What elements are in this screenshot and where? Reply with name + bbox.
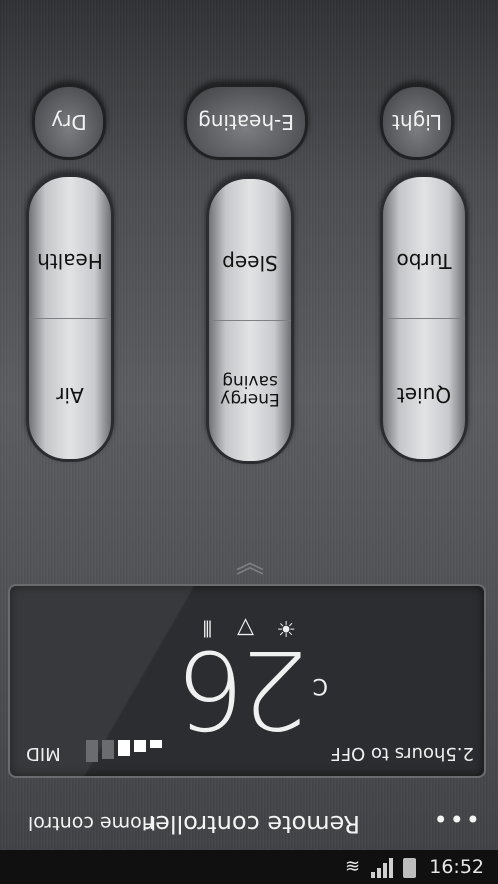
- expand-chevron-icon[interactable]: ︾: [228, 538, 272, 577]
- turbo-label: Turbo: [396, 249, 452, 273]
- signal-icon: [371, 858, 393, 878]
- mode-icons: ☀ ▽ ⫴: [186, 610, 296, 640]
- fan-speed-bars: [82, 740, 162, 762]
- air-label: Air: [56, 383, 84, 407]
- swing-icon: ⫴: [202, 615, 212, 640]
- sleep-label: Sleep: [222, 251, 278, 275]
- fan-bar: [150, 740, 162, 748]
- home-control-tab[interactable]: Home control: [6, 812, 156, 834]
- page-title: Remote controller: [145, 810, 360, 838]
- pill-divider: [29, 318, 111, 319]
- energy-sleep-button[interactable]: Energy saving Sleep: [206, 176, 294, 464]
- energy-saving-label: Energy saving: [220, 371, 280, 409]
- shield-icon: ▽: [237, 615, 254, 640]
- quiet-turbo-button[interactable]: Quiet Turbo: [380, 174, 468, 462]
- overflow-menu-icon[interactable]: •••: [432, 804, 480, 832]
- wifi-icon: ≋: [345, 856, 361, 877]
- temperature-unit: C: [312, 673, 328, 698]
- light-button[interactable]: Light: [380, 84, 454, 160]
- ac-display-panel: 2.5hours to OFF C 26 MID ☀ ▽ ⫴: [8, 584, 486, 778]
- dry-button[interactable]: Dry: [32, 84, 106, 160]
- sun-icon: ☀: [276, 615, 296, 640]
- status-bar: ≋ 16:52: [0, 850, 498, 884]
- temperature-value: 26: [182, 626, 308, 751]
- fan-bar: [134, 740, 146, 752]
- air-health-button[interactable]: Air Health: [26, 174, 114, 462]
- fan-bar: [118, 740, 130, 756]
- e-heating-button[interactable]: E-heating: [184, 84, 308, 160]
- pill-divider: [383, 318, 465, 319]
- health-label: Health: [37, 249, 103, 273]
- pill-divider: [209, 320, 291, 321]
- remote-app: ••• Remote controller Home control 2.5ho…: [0, 0, 498, 850]
- off-timer-text: 2.5hours to OFF: [330, 743, 474, 764]
- action-bar: ••• Remote controller Home control: [0, 790, 498, 850]
- battery-icon: [403, 858, 416, 878]
- quiet-label: Quiet: [396, 383, 452, 407]
- fan-bar: [102, 740, 114, 759]
- fan-bar: [86, 740, 98, 762]
- clock: 16:52: [429, 856, 484, 878]
- fan-speed-label: MID: [26, 743, 61, 764]
